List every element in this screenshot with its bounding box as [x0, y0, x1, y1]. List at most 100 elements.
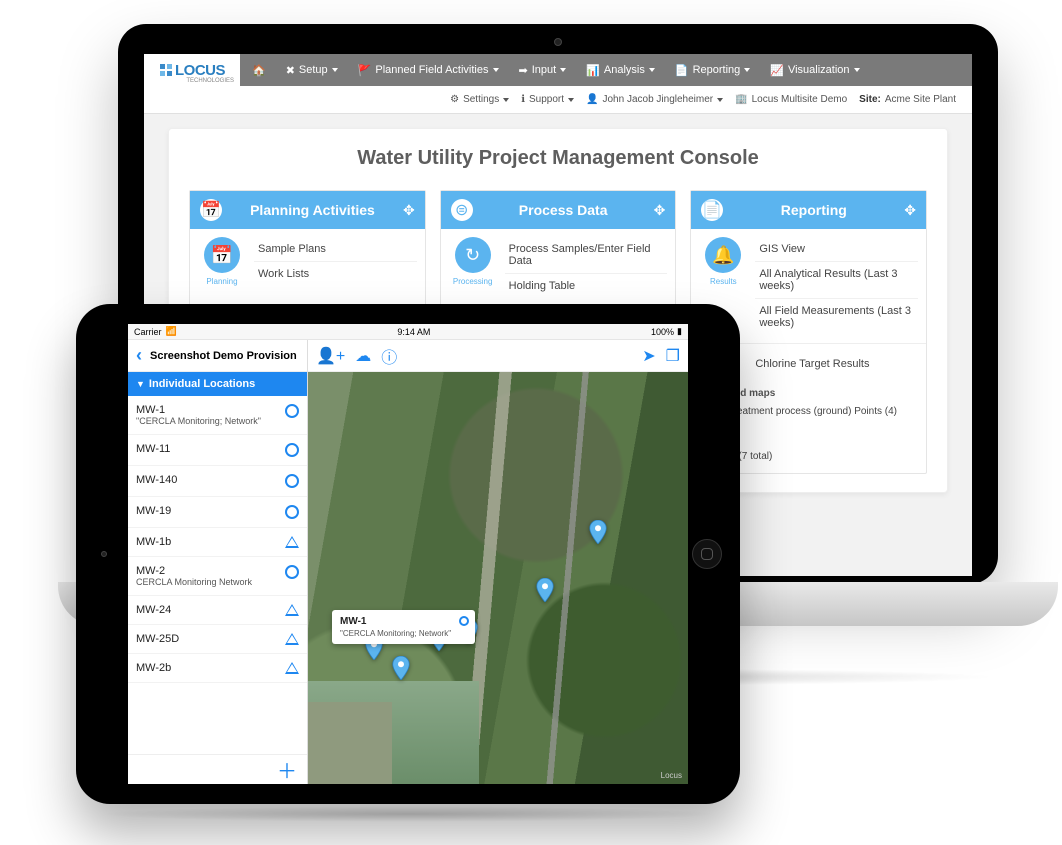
location-name: MW-24	[136, 604, 279, 616]
card-planning-header[interactable]: 📅 Planning Activities ✥	[190, 191, 425, 229]
calendar-large-icon: 📅	[204, 237, 240, 273]
back-chevron-icon[interactable]: ‹	[134, 345, 144, 366]
move-handle-icon[interactable]: ✥	[904, 202, 916, 219]
ios-status-bar: Carrier 📶 9:14 AM 100% ▮	[128, 324, 688, 340]
ipad-mock: Carrier 📶 9:14 AM 100% ▮ ‹ Screenshot De…	[76, 304, 740, 804]
battery-label: 100%	[651, 327, 674, 337]
carrier-label: Carrier	[134, 327, 162, 337]
ipad-camera	[101, 551, 107, 557]
brand-text: LOCUS	[175, 62, 225, 79]
location-subtitle: CERCLA Monitoring Network	[136, 577, 279, 587]
org-menu[interactable]: 🏢Locus Multisite Demo	[735, 94, 847, 105]
nav-visualization[interactable]: 📈Visualization	[762, 54, 867, 86]
map-pin-icon[interactable]	[392, 656, 410, 680]
info-icon[interactable]: ⓘ	[381, 344, 397, 368]
triangle-marker-icon	[285, 536, 299, 548]
circle-marker-icon	[285, 404, 299, 418]
link-sample-plans[interactable]: Sample Plans	[254, 237, 417, 261]
card-reporting-header[interactable]: 📄 Reporting ✥	[691, 191, 926, 229]
map-pin-icon[interactable]	[536, 578, 554, 602]
triangle-marker-icon	[285, 633, 299, 645]
map-pane: 👤+ ☁ ⓘ ➤ ❐ MW-1 "CERCLA Monitoring;	[308, 340, 688, 784]
provision-title: Screenshot Demo Provision	[150, 350, 297, 362]
brand-logo[interactable]: LOCUS TECHNOLOGIES	[144, 54, 240, 86]
callout-subtitle: "CERCLA Monitoring; Network"	[340, 629, 451, 638]
link-holding-table[interactable]: Holding Table	[505, 273, 668, 298]
locate-me-icon[interactable]: ➤	[642, 346, 655, 366]
circle-marker-icon	[285, 474, 299, 488]
brand-subtext: TECHNOLOGIES	[186, 78, 234, 84]
ipad-screen: Carrier 📶 9:14 AM 100% ▮ ‹ Screenshot De…	[128, 324, 688, 784]
location-name: MW-1	[136, 404, 279, 416]
main-nav: LOCUS TECHNOLOGIES 🏠 ✖Setup 🚩Planned Fie…	[144, 54, 972, 86]
ipad-shadow	[98, 806, 718, 822]
nav-reporting[interactable]: 📄Reporting	[667, 54, 758, 86]
location-name: MW-140	[136, 474, 279, 486]
link-analytical-results[interactable]: All Analytical Results (Last 3 weeks)	[755, 261, 918, 298]
circle-marker-icon	[285, 565, 299, 579]
map-toolbar: 👤+ ☁ ⓘ ➤ ❐	[308, 340, 688, 372]
process-icon: ⊜	[451, 199, 473, 221]
location-name: MW-2b	[136, 662, 279, 674]
status-time: 9:14 AM	[177, 327, 651, 337]
move-handle-icon[interactable]: ✥	[403, 202, 415, 219]
link-process-samples[interactable]: Process Samples/Enter Field Data	[505, 237, 668, 273]
location-row[interactable]: MW-19	[128, 497, 307, 528]
user-menu[interactable]: 👤John Jacob Jingleheimer	[586, 94, 723, 105]
callout-marker-icon	[459, 616, 469, 626]
map-canvas[interactable]: MW-1 "CERCLA Monitoring; Network" Locus	[308, 372, 688, 784]
location-list[interactable]: MW-1"CERCLA Monitoring; Network" MW-11 MW-…	[128, 396, 307, 754]
ipad-bezel: Carrier 📶 9:14 AM 100% ▮ ‹ Screenshot De…	[76, 304, 740, 804]
add-user-icon[interactable]: 👤+	[316, 346, 345, 366]
nav-input[interactable]: ➡Input	[511, 54, 575, 86]
location-row[interactable]: MW-11	[128, 435, 307, 466]
location-name: MW-1b	[136, 536, 279, 548]
card-process-header[interactable]: ⊜ Process Data ✥	[441, 191, 676, 229]
location-row[interactable]: MW-2CERCLA Monitoring Network	[128, 557, 307, 596]
section-individual-locations[interactable]: ▼ Individual Locations	[128, 372, 307, 396]
location-row[interactable]: MW-1b	[128, 528, 307, 557]
nav-home[interactable]: 🏠	[244, 54, 274, 86]
location-name: MW-11	[136, 443, 279, 455]
support-menu[interactable]: ℹSupport	[521, 94, 574, 105]
nav-setup[interactable]: ✖Setup	[278, 54, 346, 86]
results-icon: 🔔	[705, 237, 741, 273]
nav-planned-field-activities[interactable]: 🚩Planned Field Activities	[350, 54, 507, 86]
laptop-camera	[554, 38, 562, 46]
location-name: MW-19	[136, 505, 279, 517]
refresh-icon: ↻	[455, 237, 491, 273]
link-gis-view[interactable]: GIS View	[755, 237, 918, 261]
map-pin-icon[interactable]	[589, 520, 607, 544]
nav-analysis[interactable]: 📊Analysis	[578, 54, 663, 86]
map-callout[interactable]: MW-1 "CERCLA Monitoring; Network"	[332, 610, 475, 644]
callout-title: MW-1	[340, 616, 451, 627]
ipad-home-button[interactable]	[692, 539, 722, 569]
calendar-icon: 📅	[200, 199, 222, 221]
layers-icon[interactable]: ❐	[666, 346, 680, 366]
triangle-marker-icon	[285, 604, 299, 616]
location-row[interactable]: MW-140	[128, 466, 307, 497]
site-selector[interactable]: Site:Acme Site Plant	[859, 94, 956, 105]
location-row[interactable]: MW-1"CERCLA Monitoring; Network"	[128, 396, 307, 435]
circle-marker-icon	[285, 505, 299, 519]
water-body	[308, 702, 392, 784]
triangle-marker-icon	[285, 662, 299, 674]
sidebar-header[interactable]: ‹ Screenshot Demo Provision	[128, 340, 307, 372]
link-work-lists[interactable]: Work Lists	[254, 261, 417, 286]
link-field-measurements[interactable]: All Field Measurements (Last 3 weeks)	[755, 298, 918, 335]
move-handle-icon[interactable]: ✥	[654, 202, 666, 219]
add-location-button[interactable]: ＋	[277, 755, 297, 784]
document-icon: 📄	[701, 199, 723, 221]
location-name: MW-25D	[136, 633, 279, 645]
settings-menu[interactable]: ⚙Settings	[450, 94, 509, 105]
location-row[interactable]: MW-25D	[128, 625, 307, 654]
location-row[interactable]: MW-2b	[128, 654, 307, 683]
location-subtitle: "CERCLA Monitoring; Network"	[136, 416, 279, 426]
cloud-download-icon[interactable]: ☁	[355, 346, 371, 366]
location-name: MW-2	[136, 565, 279, 577]
battery-icon: ▮	[677, 326, 682, 337]
processing-side-icon: ↻ Processing	[449, 237, 497, 298]
wifi-icon: 📶	[166, 326, 177, 337]
planning-side-icon: 📅 Planning	[198, 237, 246, 286]
location-row[interactable]: MW-24	[128, 596, 307, 625]
